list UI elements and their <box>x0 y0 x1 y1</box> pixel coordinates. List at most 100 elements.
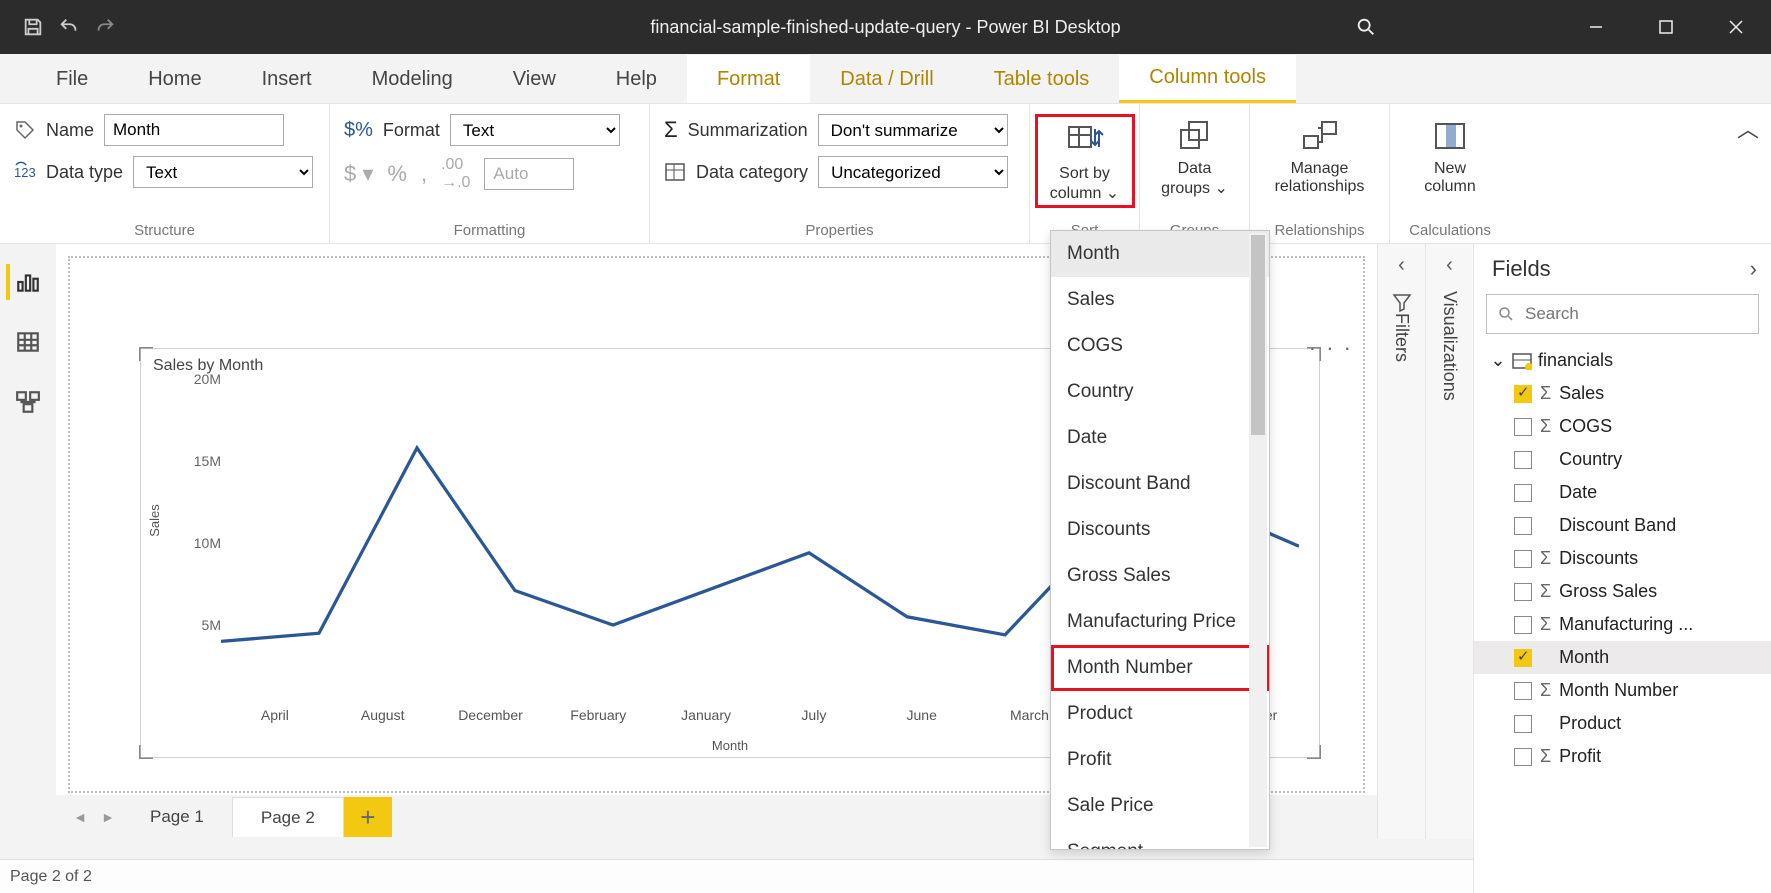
undo-icon[interactable] <box>54 12 84 42</box>
model-view-button[interactable] <box>10 384 46 420</box>
tab-modeling[interactable]: Modeling <box>342 55 483 103</box>
search-icon[interactable] <box>1331 0 1401 54</box>
summarization-select[interactable]: Don't summarize <box>818 114 1008 146</box>
checkbox[interactable] <box>1514 748 1532 766</box>
collapse-ribbon-icon[interactable]: ︿ <box>1737 112 1759 144</box>
fields-search-input[interactable] <box>1525 304 1748 324</box>
save-icon[interactable] <box>18 12 48 42</box>
tab-insert[interactable]: Insert <box>232 55 342 103</box>
resize-handle-icon[interactable] <box>1307 745 1321 759</box>
fields-search[interactable] <box>1486 294 1759 334</box>
chevron-right-icon[interactable]: › <box>1750 256 1757 282</box>
tab-view[interactable]: View <box>483 55 586 103</box>
visualizations-pane-collapsed[interactable]: ‹ Visualizations <box>1425 244 1473 839</box>
x-axis-label: Month <box>712 738 748 753</box>
field-item[interactable]: ΣDiscount Band <box>1474 509 1771 542</box>
sort-menu-item[interactable]: Product <box>1051 691 1269 737</box>
checkbox[interactable] <box>1514 682 1532 700</box>
resize-handle-icon[interactable] <box>1307 347 1321 361</box>
checkbox[interactable] <box>1514 616 1532 634</box>
tag-icon <box>14 119 36 141</box>
sort-menu-item[interactable]: Sale Price <box>1051 783 1269 829</box>
sort-menu-item[interactable]: Manufacturing Price <box>1051 599 1269 645</box>
group-formatting-label: Formatting <box>344 220 635 239</box>
chevron-left-icon[interactable]: ‹ <box>1446 254 1453 277</box>
page-prev-icon[interactable]: ◄ <box>66 809 94 825</box>
checkbox[interactable] <box>1514 517 1532 535</box>
sort-menu-item[interactable]: Gross Sales <box>1051 553 1269 599</box>
tab-file[interactable]: File <box>26 55 118 103</box>
field-item[interactable]: ΣSales <box>1474 377 1771 410</box>
sort-menu-item[interactable]: Country <box>1051 369 1269 415</box>
data-groups-button[interactable]: Datagroups ⌄ <box>1154 114 1235 198</box>
checkbox[interactable] <box>1514 418 1532 436</box>
checkbox[interactable] <box>1514 715 1532 733</box>
sort-menu-item[interactable]: Discounts <box>1051 507 1269 553</box>
manage-relationships-button[interactable]: Managerelationships <box>1264 114 1375 196</box>
chevron-left-icon[interactable]: ‹ <box>1398 254 1405 277</box>
sort-menu-item[interactable]: Sales <box>1051 277 1269 323</box>
field-item[interactable]: ΣManufacturing ... <box>1474 608 1771 641</box>
currency-btn[interactable]: $ ▾ <box>344 161 373 187</box>
tab-datadrill[interactable]: Data / Drill <box>810 55 963 103</box>
format-select[interactable]: Text <box>450 114 620 146</box>
close-button[interactable] <box>1701 0 1771 54</box>
filters-pane-collapsed[interactable]: ‹ Filters <box>1377 244 1425 839</box>
checkbox[interactable] <box>1514 451 1532 469</box>
group-calc-label: Calculations <box>1404 220 1496 239</box>
chevron-down-icon[interactable]: ⌄ <box>1490 350 1506 371</box>
redo-icon[interactable] <box>90 12 120 42</box>
field-item[interactable]: ΣCOGS <box>1474 410 1771 443</box>
report-view-button[interactable] <box>6 264 42 300</box>
data-view-button[interactable] <box>10 324 46 360</box>
sort-menu-item[interactable]: Date <box>1051 415 1269 461</box>
decimals-input <box>484 158 574 190</box>
page-tab-1[interactable]: Page 1 <box>122 797 232 837</box>
datatype-icon: 123 <box>14 161 36 183</box>
maximize-button[interactable] <box>1631 0 1701 54</box>
field-item[interactable]: ΣMonth <box>1474 641 1771 674</box>
percent-btn[interactable]: % <box>387 161 407 187</box>
category-select[interactable]: Uncategorized <box>818 156 1008 188</box>
field-item[interactable]: ΣMonth Number <box>1474 674 1771 707</box>
checkbox[interactable] <box>1514 385 1532 403</box>
tab-help[interactable]: Help <box>586 55 687 103</box>
checkbox[interactable] <box>1514 484 1532 502</box>
sort-menu-item[interactable]: Month Number <box>1051 645 1269 691</box>
minimize-button[interactable] <box>1561 0 1631 54</box>
checkbox[interactable] <box>1514 550 1532 568</box>
tab-tabletools[interactable]: Table tools <box>964 55 1120 103</box>
thousands-btn[interactable]: , <box>421 161 427 187</box>
field-label: Gross Sales <box>1559 581 1657 602</box>
field-item[interactable]: ΣDiscounts <box>1474 542 1771 575</box>
name-input[interactable] <box>104 114 284 146</box>
resize-handle-icon[interactable] <box>139 347 153 361</box>
sort-menu-item[interactable]: Segment <box>1051 829 1269 850</box>
search-icon <box>1497 305 1515 323</box>
page-next-icon[interactable]: ► <box>94 809 122 825</box>
tab-format[interactable]: Format <box>687 55 810 103</box>
fields-table-row[interactable]: ⌄ financials <box>1474 344 1771 377</box>
tab-columntools[interactable]: Column tools <box>1119 55 1296 103</box>
field-item[interactable]: ΣGross Sales <box>1474 575 1771 608</box>
sort-menu-item[interactable]: COGS <box>1051 323 1269 369</box>
add-page-button[interactable]: + <box>344 797 392 837</box>
field-item[interactable]: ΣProduct <box>1474 707 1771 740</box>
new-column-button[interactable]: Newcolumn <box>1405 114 1495 196</box>
checkbox[interactable] <box>1514 583 1532 601</box>
sort-menu-item[interactable]: Month <box>1051 231 1269 277</box>
resize-handle-icon[interactable] <box>139 745 153 759</box>
field-item[interactable]: ΣProfit <box>1474 740 1771 773</box>
checkbox[interactable] <box>1514 649 1532 667</box>
field-item[interactable]: ΣCountry <box>1474 443 1771 476</box>
sort-by-column-button[interactable]: Sort bycolumn ⌄ <box>1040 119 1130 203</box>
decimals-btn[interactable]: .00→.0 <box>441 156 470 192</box>
scrollbar[interactable] <box>1249 233 1267 847</box>
field-item[interactable]: ΣDate <box>1474 476 1771 509</box>
sort-menu-item[interactable]: Discount Band <box>1051 461 1269 507</box>
page-tab-2[interactable]: Page 2 <box>232 797 344 837</box>
tab-home[interactable]: Home <box>118 55 231 103</box>
sort-menu-item[interactable]: Profit <box>1051 737 1269 783</box>
datatype-select[interactable]: Text <box>133 156 313 188</box>
field-label: Sales <box>1559 383 1604 404</box>
